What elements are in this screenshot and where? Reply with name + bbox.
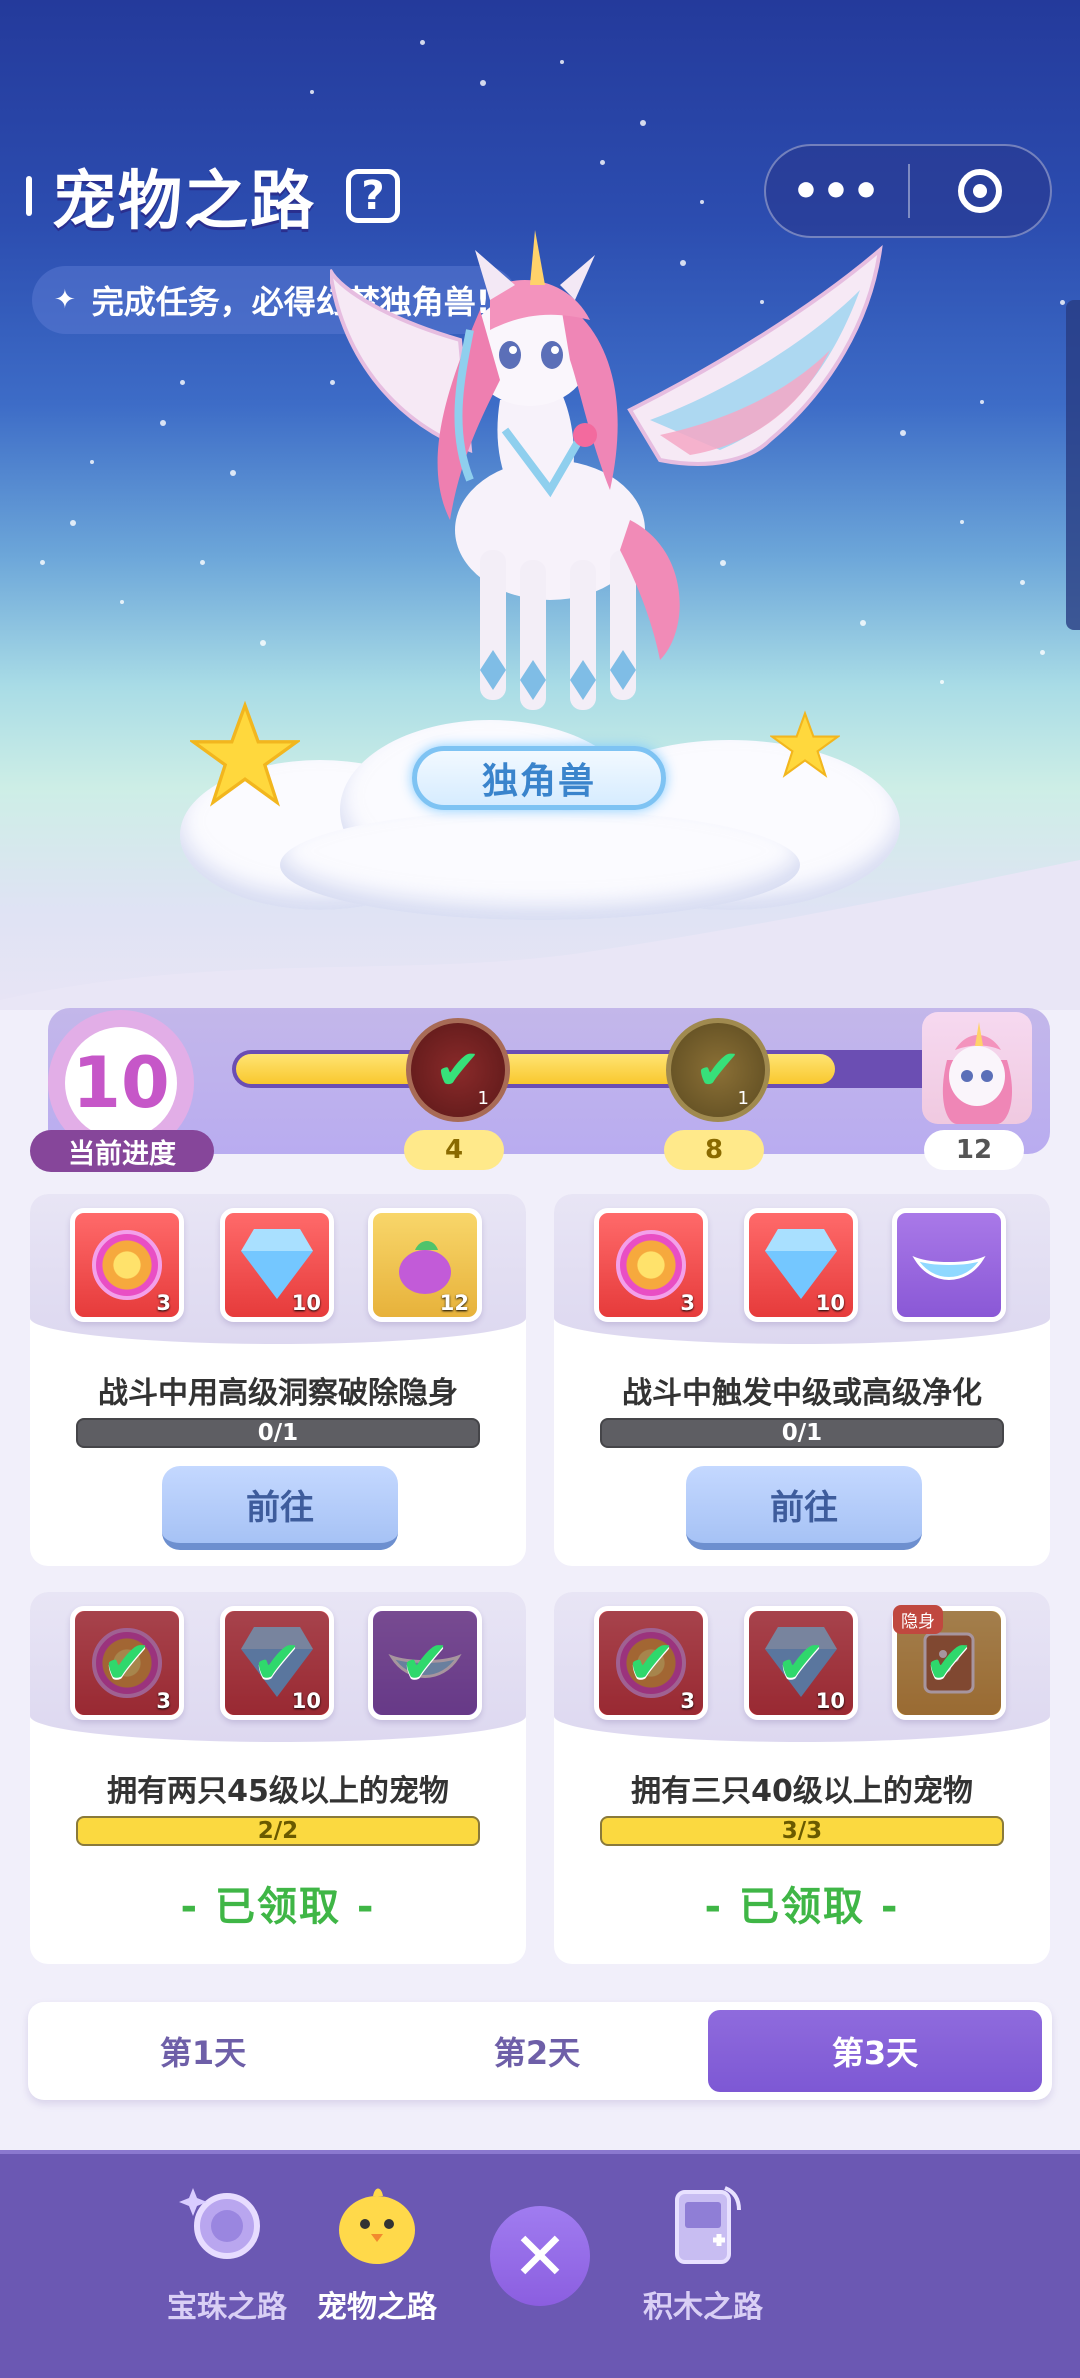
milestone-label: 12 <box>924 1130 1024 1170</box>
star-decoration-right <box>770 710 840 778</box>
reward-coin[interactable]: 3 <box>70 1208 184 1322</box>
milestone-reward-4[interactable]: ✔ 1 <box>406 1018 510 1122</box>
tab-day-1[interactable]: 第1天 <box>36 2010 370 2092</box>
go-button[interactable]: 前往 <box>162 1466 398 1550</box>
check-icon: ✔ <box>775 1628 827 1698</box>
milestone-label: 4 <box>404 1130 504 1170</box>
sparkle-icon: ✦ <box>54 285 76 315</box>
star-decoration-left <box>190 700 300 807</box>
nav-label: 积木之路 <box>643 2290 763 2325</box>
nav-label: 宠物之路 <box>317 2290 437 2325</box>
task-card: ✔ 3 ✔ 10 ✔ 拥有两只45级以上的宠物 2/2 - 已领取 - <box>30 1592 526 1964</box>
claimed-status: - 已领取 - <box>704 1884 900 1930</box>
task-description: 拥有两只45级以上的宠物 <box>107 1774 449 1809</box>
reward-ice-boat[interactable] <box>892 1208 1006 1322</box>
check-icon: ✔ <box>101 1628 153 1698</box>
nav-pet-road[interactable]: 宠物之路 <box>292 2174 462 2326</box>
reward-book: 隐身 ✔ <box>892 1605 1006 1720</box>
reward-coin[interactable]: 3 <box>594 1208 708 1322</box>
reward-ice-boat: ✔ <box>368 1606 482 1720</box>
question-icon[interactable]: ? <box>346 169 400 223</box>
go-button[interactable]: 前往 <box>686 1466 922 1550</box>
reward-diamond: ✔ 10 <box>744 1606 858 1720</box>
ice-boat-icon <box>912 1256 986 1280</box>
orb-icon <box>177 2174 277 2274</box>
task-card: 3 10 战斗中触发中级或高级净化 0/1 前往 <box>554 1194 1050 1566</box>
fruit-icon <box>399 1241 451 1294</box>
unicorn-pet-image <box>330 230 883 710</box>
task-progress-bar: 3/3 <box>600 1816 1004 1846</box>
wave-divider <box>0 860 1080 1010</box>
check-icon: ✔ <box>434 1037 482 1103</box>
check-icon: ✔ <box>694 1037 742 1103</box>
unicorn-avatar-icon <box>942 1022 1013 1124</box>
hero-banner: 宠物之路 ? ••• ✦ 完成任务，必得幻梦独角兽! 独角兽 <box>0 0 1080 1010</box>
reward-coin: ✔ 3 <box>70 1606 184 1720</box>
tab-day-2[interactable]: 第2天 <box>370 2010 704 2092</box>
console-icon <box>653 2174 753 2274</box>
milestone-reward-8[interactable]: ✔ 1 <box>666 1018 770 1122</box>
page-title-row: 宠物之路 ? <box>26 160 400 239</box>
current-progress-label: 当前进度 <box>30 1130 214 1172</box>
task-progress-bar: 0/1 <box>600 1418 1004 1448</box>
milestone-label: 8 <box>664 1130 764 1170</box>
pet-name-label: 独角兽 <box>412 746 666 810</box>
title-accent-bar <box>26 176 32 216</box>
nav-label: 宝珠之路 <box>167 2290 287 2325</box>
reward-tag: 隐身 <box>893 1605 943 1634</box>
reward-diamond: ✔ 10 <box>220 1606 334 1720</box>
task-card: 3 10 12 战斗中用高级洞察破除隐身 0/1 前往 <box>30 1194 526 1566</box>
coin-icon <box>92 1230 162 1300</box>
page-title: 宠物之路 <box>52 165 316 239</box>
chick-icon <box>327 2174 427 2274</box>
target-icon <box>957 169 1002 213</box>
reward-diamond[interactable]: 10 <box>220 1208 334 1322</box>
check-icon: ✔ <box>625 1628 677 1698</box>
reward-coin: ✔ 3 <box>594 1606 708 1720</box>
final-reward-unicorn[interactable] <box>922 1012 1032 1124</box>
claimed-status: - 已领取 - <box>180 1884 376 1930</box>
task-progress-bar: 2/2 <box>76 1816 480 1846</box>
reward-fruit[interactable]: 12 <box>368 1208 482 1322</box>
day-tab-bar: 第1天 第2天 第3天 <box>28 2002 1052 2100</box>
reward-diamond[interactable]: 10 <box>744 1208 858 1322</box>
check-icon: ✔ <box>399 1628 451 1698</box>
close-button[interactable]: ✕ <box>490 2206 590 2306</box>
nav-block-road[interactable]: 积木之路 <box>618 2174 788 2326</box>
task-description: 战斗中用高级洞察破除隐身 <box>98 1376 458 1411</box>
task-progress-bar: 0/1 <box>76 1418 480 1448</box>
check-icon: ✔ <box>251 1628 303 1698</box>
side-drawer-handle[interactable] <box>1066 300 1080 630</box>
miniprogram-capsule: ••• <box>764 144 1052 238</box>
task-description: 拥有三只40级以上的宠物 <box>631 1774 973 1809</box>
check-icon: ✔ <box>923 1628 975 1698</box>
more-options-icon[interactable]: ••• <box>766 166 908 217</box>
coin-icon <box>616 1230 686 1300</box>
current-progress-value: 10 <box>65 1027 177 1139</box>
tab-day-3[interactable]: 第3天 <box>708 2010 1042 2092</box>
task-card: ✔ 3 ✔ 10 隐身 ✔ 拥有三只40级以上的宠物 3/3 - 已领取 - <box>554 1592 1050 1964</box>
close-miniprogram-button[interactable] <box>910 169 1050 213</box>
nav-orb-road[interactable]: 宝珠之路 <box>142 2174 312 2326</box>
task-description: 战斗中触发中级或高级净化 <box>622 1376 982 1411</box>
